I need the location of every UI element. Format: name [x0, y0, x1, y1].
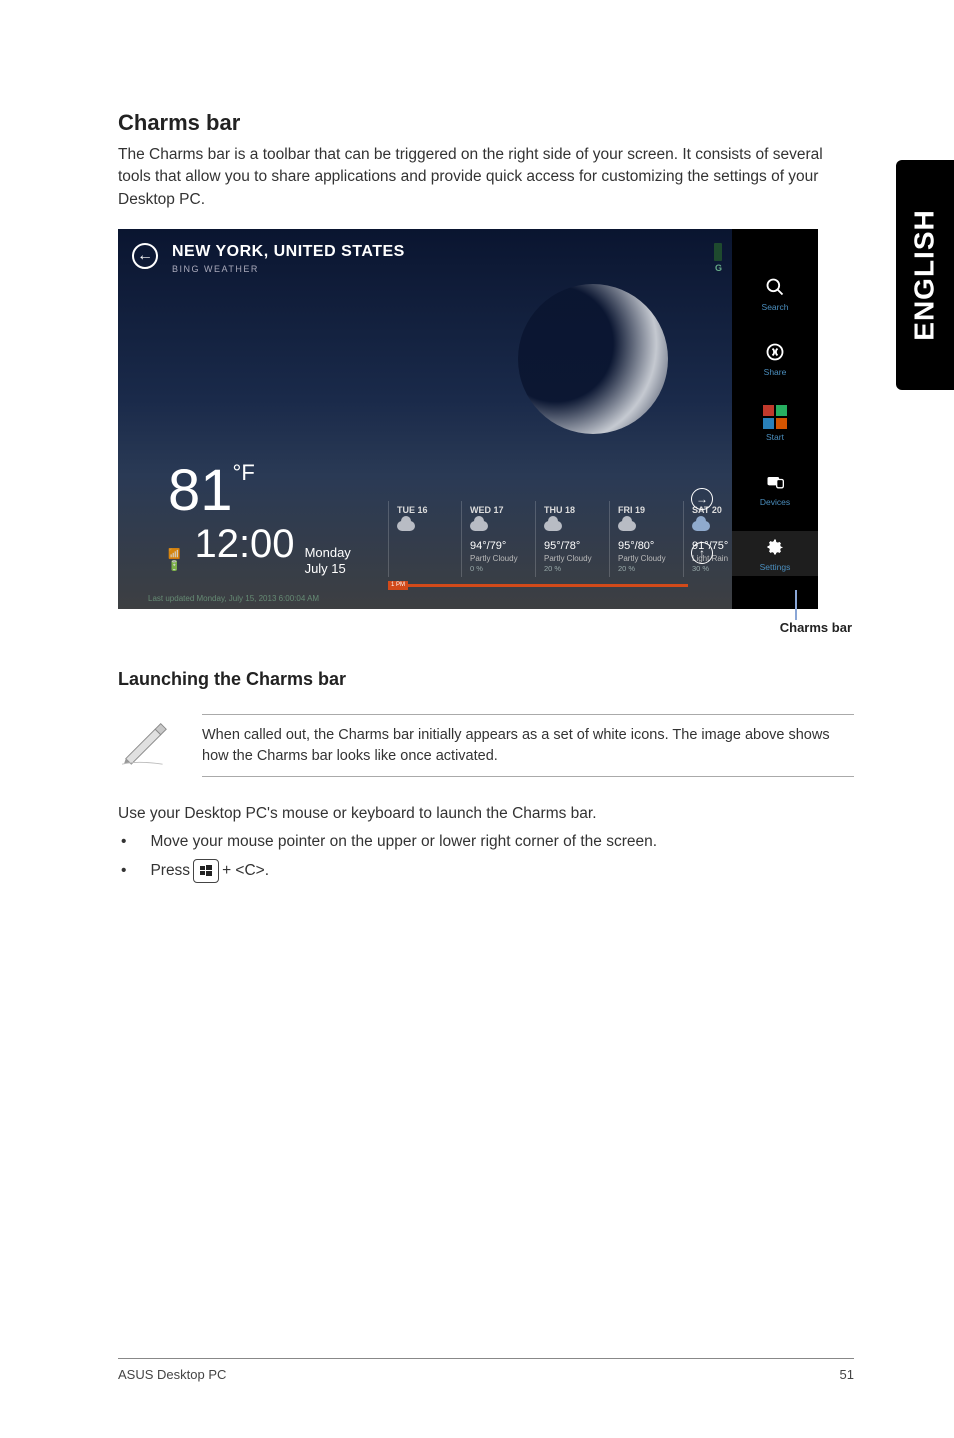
forecast-temps: 95°/78° [544, 540, 603, 552]
app-title-block: NEW YORK, UNITED STATES BING WEATHER [172, 243, 405, 274]
current-temp: 81°F [168, 462, 351, 520]
bullet-text: Move your mouse pointer on the upper or … [150, 833, 657, 851]
current-time: 12:00 [194, 522, 294, 567]
time-row: 📶 🔋 12:00 Monday July 15 [168, 522, 351, 578]
subsection-title: Launching the Charms bar [118, 669, 854, 690]
forecast-day-header: WED 17 [470, 505, 529, 515]
cloud-icon [544, 521, 566, 537]
day-name: Monday [305, 545, 351, 561]
bullet-list: Move your mouse pointer on the upper or … [118, 833, 854, 883]
bullet-prefix: Press [150, 862, 190, 880]
app-location-title: NEW YORK, UNITED STATES [172, 243, 405, 261]
forecast-day-header: FRI 19 [618, 505, 677, 515]
charm-devices[interactable]: Devices [732, 466, 818, 511]
cloud-icon [470, 521, 492, 537]
language-tab: ENGLISH [896, 160, 954, 390]
last-updated-text: Last updated Monday, July 15, 2013 6:00:… [148, 594, 319, 603]
charm-search[interactable]: Search [732, 271, 818, 316]
forecast-day-header: TUE 16 [397, 505, 455, 515]
cloud-icon [397, 521, 419, 537]
section-intro: The Charms bar is a toolbar that can be … [118, 144, 854, 211]
up-arrow-button[interactable]: ↑ [691, 542, 713, 564]
forecast-precip: 20 % [618, 564, 677, 573]
bullet-suffix: + <C>. [222, 862, 269, 880]
back-arrow-icon: ← [137, 247, 153, 265]
charms-bar: Search Share Start Devices [732, 229, 818, 609]
forecast-day-header: THU 18 [544, 505, 603, 515]
section-title: Charms bar [118, 110, 854, 136]
timeline-bar [388, 584, 688, 587]
callout-line [795, 590, 797, 620]
temp-value: 81 [168, 458, 233, 523]
pen-icon [118, 720, 174, 771]
start-icon [732, 405, 818, 429]
forecast-temps: 94°/79° [470, 540, 529, 552]
back-button[interactable]: ← [132, 243, 158, 269]
arrow-right-icon: → [696, 492, 708, 506]
share-icon [732, 340, 818, 364]
language-tab-label: ENGLISH [909, 209, 941, 340]
note-block: When called out, the Charms bar initiall… [118, 714, 854, 777]
peek-tile [714, 243, 722, 261]
forecast-day[interactable]: THU 18 95°/78° Partly Cloudy 20 % [536, 501, 610, 577]
charm-label: Devices [732, 497, 818, 507]
body-text: Use your Desktop PC's mouse or keyboard … [118, 805, 854, 823]
charm-start[interactable]: Start [732, 401, 818, 446]
moon-graphic [518, 284, 668, 434]
charm-label: Start [732, 432, 818, 442]
peek-letter: G [715, 263, 722, 273]
forecast-day[interactable]: FRI 19 95°/80° Partly Cloudy 20 % [610, 501, 684, 577]
forecast-condition: Partly Cloudy [618, 554, 677, 563]
timeline-marker: 1 PM [388, 581, 408, 590]
cloud-icon [618, 521, 640, 537]
app-header: ← NEW YORK, UNITED STATES BING WEATHER [132, 243, 405, 274]
page-footer: ASUS Desktop PC 51 [118, 1358, 854, 1382]
status-icons: 📶 🔋 [168, 549, 180, 573]
callout-label: Charms bar [780, 620, 852, 635]
weather-app-screenshot: ← NEW YORK, UNITED STATES BING WEATHER G… [118, 229, 818, 609]
charm-label: Settings [732, 562, 818, 572]
next-arrow-button[interactable]: → [691, 488, 713, 510]
footer-page-number: 51 [840, 1367, 854, 1382]
current-conditions: 81°F 📶 🔋 12:00 Monday July 15 [168, 462, 351, 578]
nav-arrows: → ↑ [691, 488, 713, 564]
charm-label: Search [732, 302, 818, 312]
list-item: Press + <C>. [118, 859, 854, 883]
charm-settings[interactable]: Settings [732, 531, 818, 576]
devices-icon [732, 470, 818, 494]
battery-icon: 🔋 [168, 561, 180, 573]
list-item: Move your mouse pointer on the upper or … [118, 833, 854, 851]
search-icon [732, 275, 818, 299]
gear-icon [732, 535, 818, 559]
note-text: When called out, the Charms bar initiall… [202, 714, 854, 777]
date: July 15 [305, 561, 351, 577]
forecast-condition: Partly Cloudy [544, 554, 603, 563]
footer-left: ASUS Desktop PC [118, 1367, 226, 1382]
forecast-condition: Partly Cloudy [470, 554, 529, 563]
arrow-up-icon: ↑ [699, 546, 705, 560]
windows-key-icon [193, 859, 219, 883]
forecast-precip: 20 % [544, 564, 603, 573]
app-subtitle: BING WEATHER [172, 264, 405, 274]
day-date: Monday July 15 [305, 545, 351, 578]
forecast-day[interactable]: WED 17 94°/79° Partly Cloudy 0 % [462, 501, 536, 577]
forecast-temps: 95°/80° [618, 540, 677, 552]
temp-unit: °F [233, 460, 255, 485]
signal-icon: 📶 [168, 549, 180, 561]
forecast-precip: 0 % [470, 564, 529, 573]
charm-label: Share [732, 367, 818, 377]
forecast-day[interactable]: TUE 16 [388, 501, 462, 577]
charm-share[interactable]: Share [732, 336, 818, 381]
